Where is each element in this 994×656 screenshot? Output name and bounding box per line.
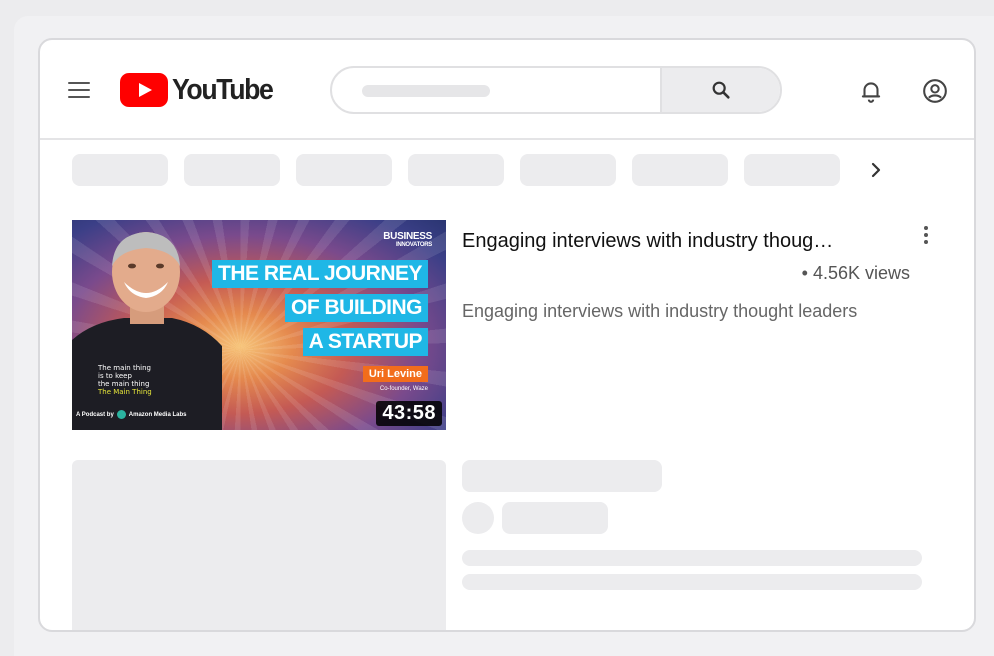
video-title[interactable]: Engaging interviews with industry thoug… [462,230,914,253]
bell-icon [861,82,881,103]
video-description: Engaging interviews with industry though… [462,301,858,321]
thumbnail-headline-3: A STARTUP [302,328,428,356]
video-thumbnail[interactable]: BUSINESS INNOVATORS THE REAL JOURNEY OF … [72,220,446,430]
search-input-placeholder[interactable] [362,85,490,97]
skeleton-avatar [462,502,494,534]
business-innovators-logo: BUSINESS INNOVATORS [383,231,432,249]
guest-title: Co-founder, Waze [379,386,428,392]
guest-name: Uri Levine [362,366,428,382]
filter-chip[interactable] [520,154,616,186]
skeleton-channel [502,502,608,534]
logo-text: YouTube [172,73,274,106]
thumbnail-headline-2: OF BUILDING [285,294,428,322]
menu-icon[interactable] [68,82,90,98]
thumbnail-headline-1: THE REAL JOURNEY [212,260,428,288]
youtube-play-icon [120,73,168,107]
account-button[interactable] [922,78,948,104]
more-options-button[interactable] [920,226,932,252]
search-button[interactable] [660,68,780,112]
filter-chip[interactable] [296,154,392,186]
video-views: • 4.56K views [801,263,910,283]
youtube-logo[interactable]: YouTube [120,72,281,108]
filter-chip[interactable] [72,154,168,186]
chevron-right-icon [871,162,881,178]
notifications-button[interactable] [858,78,884,104]
more-vert-icon [924,226,928,230]
account-icon [923,79,947,103]
podcast-credit: A Podcast by Amazon Media Labs [76,410,187,419]
youtube-mockup: YouTube BUSINESS INNOVATORS THE REAL JOU… [38,38,976,632]
shirt-text: The main thing is to keep the main thing… [98,364,152,396]
filter-chip[interactable] [744,154,840,186]
filter-chip[interactable] [184,154,280,186]
filter-chip[interactable] [632,154,728,186]
header: YouTube [40,40,974,140]
chips-next-button[interactable] [866,160,886,180]
guest-portrait [72,232,222,430]
filter-chip[interactable] [408,154,504,186]
video-duration: 43:58 [376,401,442,426]
search-icon [712,81,730,99]
skeleton-line [462,574,922,590]
skeleton-title [462,460,662,492]
network-logo-icon [116,410,126,419]
skeleton-line [462,550,922,566]
skeleton-thumbnail [72,460,446,630]
search-box[interactable] [330,66,782,114]
